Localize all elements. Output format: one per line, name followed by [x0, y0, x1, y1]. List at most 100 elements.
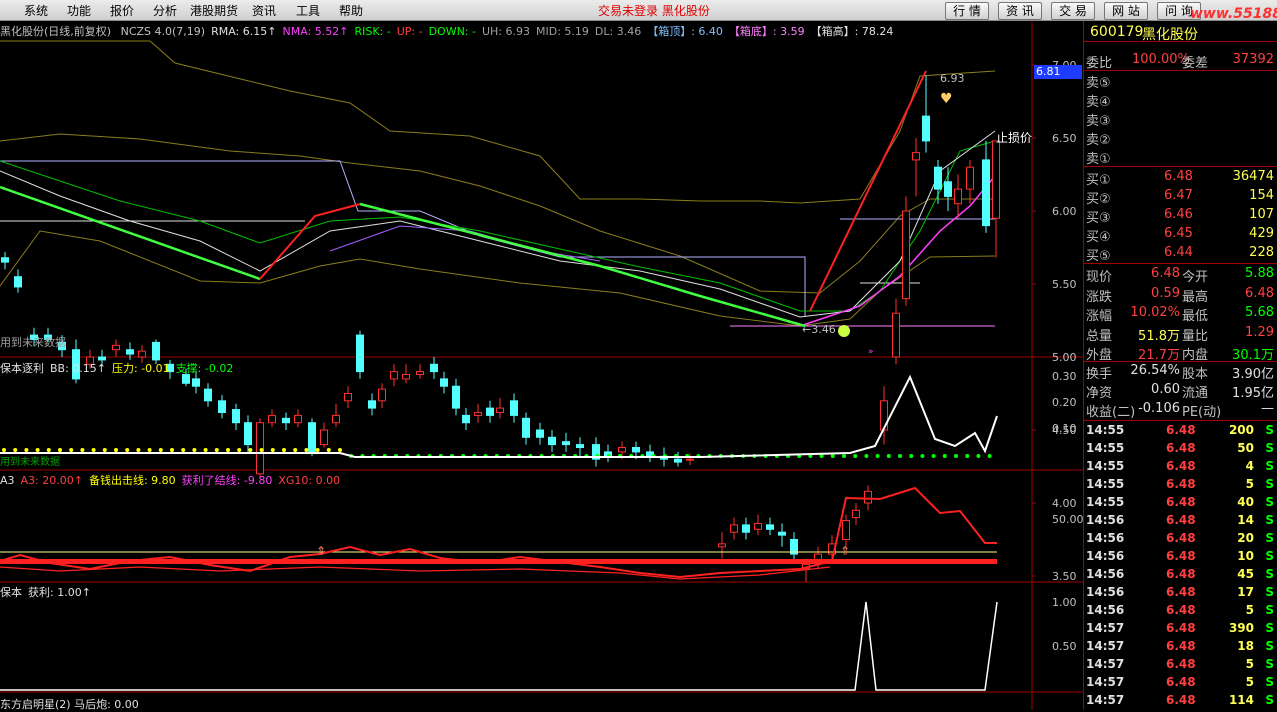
bb-dot: [46, 448, 51, 452]
menu-tools[interactable]: 工具: [296, 2, 320, 19]
tick-cell: S: [1265, 621, 1274, 635]
candle-body: [934, 166, 942, 190]
main-chart-title: 黑化股份(日线,前复权) NCZS 4.0(7,19) RMA: 6.15↑ NMA…: [0, 23, 899, 39]
bb-dot: [102, 448, 107, 452]
tick-cell: 5: [1245, 603, 1254, 617]
y-tick-label: 4.00: [1052, 497, 1077, 510]
y-tick-label: 1.00: [1052, 596, 1077, 609]
tick-cell: 6.48: [1166, 657, 1196, 671]
buy-level-cell: 6.48: [1164, 169, 1193, 184]
bb-dot: [259, 448, 264, 452]
menu-analysis[interactable]: 分析: [153, 2, 177, 19]
market-button[interactable]: 行 情: [945, 2, 989, 20]
bb-dot: [226, 448, 230, 452]
candle-body: [440, 378, 448, 387]
finance-row: 收益(二) -0.106 PE(动) —: [1086, 400, 1276, 420]
quote-row-cell: 6.48: [1245, 285, 1274, 301]
main-price-panel: ♥»: [0, 40, 1000, 582]
finance-row-cell: 收益(二): [1086, 405, 1136, 420]
menu-system[interactable]: 系统: [24, 2, 48, 19]
bb-indicator-item: 支撑: -0.02: [175, 362, 234, 375]
candle-body: [922, 115, 930, 142]
quote-panel: 600179 黑化股份 委比 100.00% 委差 37392 卖⑤ 卖④ 卖③ 卖②…: [1083, 21, 1277, 710]
menu-news[interactable]: 资讯: [252, 2, 276, 19]
mid-band: [0, 133, 995, 294]
finance-row-cell: —: [1261, 401, 1274, 416]
bb-dot: [304, 448, 309, 452]
trade-button[interactable]: 交 易: [1051, 2, 1095, 20]
candle-body: [320, 429, 328, 446]
menu-hk-futures[interactable]: 港股期货: [190, 2, 238, 19]
candle-body: [954, 188, 962, 205]
quote-row-cell: 0.59: [1151, 285, 1180, 301]
buy-level: 买① 6.48 36474: [1086, 168, 1276, 188]
tick-cell: S: [1265, 459, 1274, 473]
main-indicator-item: DL: 3.46: [594, 25, 642, 38]
buy-level-cell: 36474: [1232, 169, 1274, 184]
current-price-tag: 6.81: [1034, 65, 1082, 79]
tick-row: 14:55 6.48 40 S: [1086, 494, 1276, 512]
candle-body: [944, 181, 952, 197]
quote-row-cell: 量比: [1182, 328, 1209, 344]
weicha-label: 委差: [1182, 56, 1209, 71]
quote-row-cell: 总量: [1086, 328, 1113, 344]
finance-row-cell: 股本: [1182, 367, 1209, 382]
finance-row-cell: 26.54%: [1130, 363, 1180, 378]
a3-indicator-item: A3: 20.00↑: [20, 474, 83, 487]
buy-arrow-icon: ⇑: [840, 544, 850, 558]
bb-panel-title: 保本逐利 BB: 0.15↑ 压力: -0.01 支撑: -0.02: [0, 360, 239, 376]
tick-row: 14:57 6.48 390 S: [1086, 620, 1276, 638]
y-tick-label: 0.50: [1052, 640, 1077, 653]
candle-body: [852, 509, 860, 519]
sell-level: 卖①: [1086, 147, 1276, 167]
tick-cell: S: [1265, 603, 1274, 617]
tick-cell: 14:57: [1086, 657, 1125, 671]
tick-cell: 14:55: [1086, 423, 1125, 437]
bb-dot: [147, 448, 152, 452]
buy-arrow-icon: ⇑: [316, 544, 326, 558]
buy-level-cell: 6.47: [1164, 188, 1193, 203]
candle-body: [218, 400, 226, 413]
website-button[interactable]: 网 站: [1104, 2, 1148, 20]
weibi-row: 委比 100.00% 委差 37392: [1086, 51, 1276, 71]
bb-dot: [24, 448, 29, 452]
candle-body: [864, 490, 872, 504]
menu-help[interactable]: 帮助: [339, 2, 363, 19]
tick-cell: 5: [1245, 477, 1254, 491]
finance-row-cell: 换手: [1086, 367, 1113, 382]
candle-body: [378, 388, 386, 402]
candle-body: [368, 400, 376, 409]
chart-area[interactable]: ♥» ⇑⇑ 7.006.506.005.505.004.504.003.500.…: [0, 21, 1083, 711]
quote-row-cell: 现价: [1086, 270, 1113, 285]
candle-body: [730, 524, 738, 533]
stock-period-label: 黑化股份(日线,前复权): [0, 25, 112, 38]
bb-dot: [909, 454, 914, 458]
bb-dot: [875, 454, 880, 458]
quote-row-cell: 6.48: [1151, 266, 1180, 281]
candle-body: [452, 385, 460, 409]
y-tick-label: 5.00: [1052, 351, 1077, 364]
finance-row-cell: 0.60: [1151, 382, 1180, 397]
buy-level-cell: 6.46: [1164, 207, 1193, 222]
menu-function[interactable]: 功能: [67, 2, 91, 19]
y-tick-label: 0.10: [1052, 422, 1077, 435]
candle-body: [618, 447, 626, 453]
tick-cell: S: [1265, 639, 1274, 653]
y-tick-label: 50.00: [1052, 513, 1083, 526]
tick-cell: S: [1265, 675, 1274, 689]
news-button[interactable]: 资 讯: [998, 2, 1042, 20]
tick-cell: 4: [1245, 459, 1254, 473]
candle-body: [332, 414, 340, 424]
tick-cell: S: [1265, 477, 1274, 491]
ma-white: [0, 130, 996, 318]
candle-body: [112, 344, 120, 351]
tick-cell: S: [1265, 531, 1274, 545]
tick-cell: 6.48: [1166, 603, 1196, 617]
candle-body: [204, 388, 212, 402]
candle-body: [686, 458, 694, 461]
tick-cell: 14:55: [1086, 495, 1125, 509]
bb-dot: [270, 448, 275, 452]
menu-quote[interactable]: 报价: [110, 2, 134, 19]
bb-dot: [35, 448, 40, 452]
bb-dot: [80, 448, 85, 452]
